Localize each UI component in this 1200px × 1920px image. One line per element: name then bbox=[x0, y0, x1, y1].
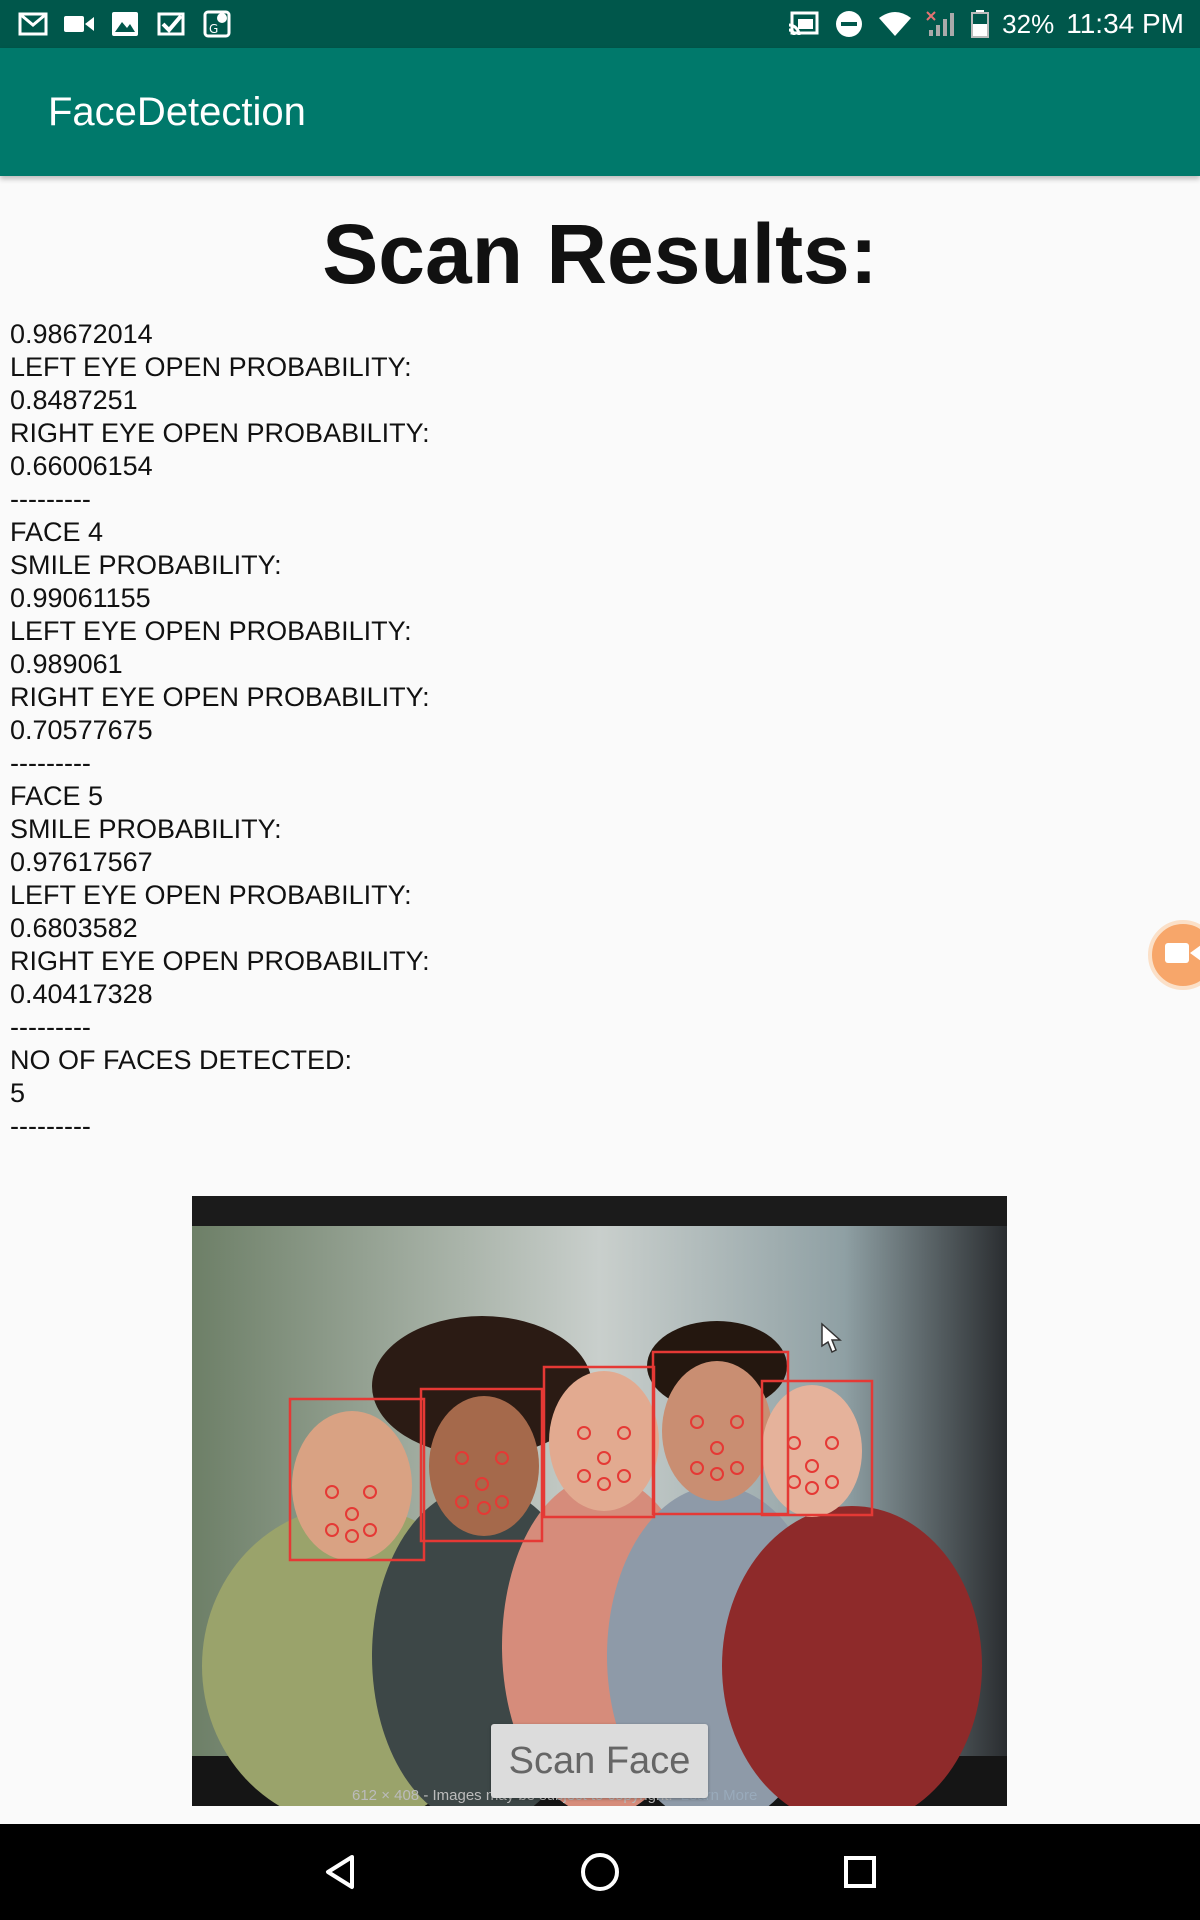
result-line: 0.6803582 bbox=[10, 913, 138, 943]
page-title: Scan Results: bbox=[322, 207, 878, 301]
result-line: SMILE PROBABILITY: bbox=[10, 550, 282, 580]
result-line: 0.98672014 bbox=[10, 319, 153, 349]
result-line: SMILE PROBABILITY: bbox=[10, 814, 282, 844]
result-line: 0.8487251 bbox=[10, 385, 138, 415]
maps-icon: G bbox=[200, 9, 234, 39]
separator: --------- bbox=[10, 748, 91, 778]
separator: --------- bbox=[10, 1111, 91, 1141]
face-label: FACE 5 bbox=[10, 781, 104, 811]
result-line: 0.989061 bbox=[10, 649, 123, 679]
dnd-icon bbox=[832, 9, 866, 39]
result-line: 0.70577675 bbox=[10, 715, 153, 745]
app-title: FaceDetection bbox=[48, 89, 306, 134]
cast-icon bbox=[786, 9, 820, 39]
result-line: LEFT EYE OPEN PROBABILITY: bbox=[10, 616, 412, 646]
result-line: LEFT EYE OPEN PROBABILITY: bbox=[10, 352, 412, 382]
wifi-icon bbox=[878, 9, 912, 39]
status-right-icons: 32% 11:34 PM bbox=[786, 8, 1184, 40]
battery-icon bbox=[970, 9, 990, 39]
signal-icon bbox=[924, 9, 958, 39]
svg-text:G: G bbox=[209, 22, 218, 36]
recents-icon[interactable] bbox=[830, 1842, 890, 1902]
faces-count-label: NO OF FACES DETECTED: bbox=[10, 1045, 353, 1075]
image-icon bbox=[108, 9, 142, 39]
app-bar: FaceDetection bbox=[0, 48, 1200, 176]
separator: --------- bbox=[10, 484, 91, 514]
scan-results-scroll[interactable]: Scan Results: 0.98672014 LEFT EYE OPEN P… bbox=[0, 176, 1200, 1824]
results-text: 0.98672014 LEFT EYE OPEN PROBABILITY: 0.… bbox=[10, 318, 610, 1143]
video-camera-icon bbox=[1163, 939, 1200, 972]
result-line: 0.99061155 bbox=[10, 583, 151, 613]
scanned-photo: 612 × 408 - Images may be subject to cop… bbox=[192, 1196, 1007, 1806]
result-line: 0.66006154 bbox=[10, 451, 153, 481]
result-line: 0.97617567 bbox=[10, 847, 153, 877]
check-icon bbox=[154, 9, 188, 39]
status-bar: G 32% 11:34 PM bbox=[0, 0, 1200, 48]
gmail-icon bbox=[16, 9, 50, 39]
status-left-icons: G bbox=[16, 9, 234, 39]
face-label: FACE 4 bbox=[10, 517, 104, 547]
clock: 11:34 PM bbox=[1066, 8, 1184, 39]
back-icon[interactable] bbox=[310, 1842, 370, 1902]
result-line: RIGHT EYE OPEN PROBABILITY: bbox=[10, 946, 430, 976]
faces-count-value: 5 bbox=[10, 1078, 26, 1108]
result-line: RIGHT EYE OPEN PROBABILITY: bbox=[10, 682, 430, 712]
home-icon[interactable] bbox=[570, 1842, 630, 1902]
result-line: LEFT EYE OPEN PROBABILITY: bbox=[10, 880, 412, 910]
result-line: 0.40417328 bbox=[10, 979, 153, 1009]
result-line: RIGHT EYE OPEN PROBABILITY: bbox=[10, 418, 430, 448]
battery-percentage: 32% bbox=[1002, 8, 1055, 39]
video-icon bbox=[62, 9, 96, 39]
separator: --------- bbox=[10, 1012, 91, 1042]
scan-face-button[interactable]: Scan Face bbox=[491, 1724, 708, 1798]
system-nav-bar bbox=[0, 1824, 1200, 1920]
